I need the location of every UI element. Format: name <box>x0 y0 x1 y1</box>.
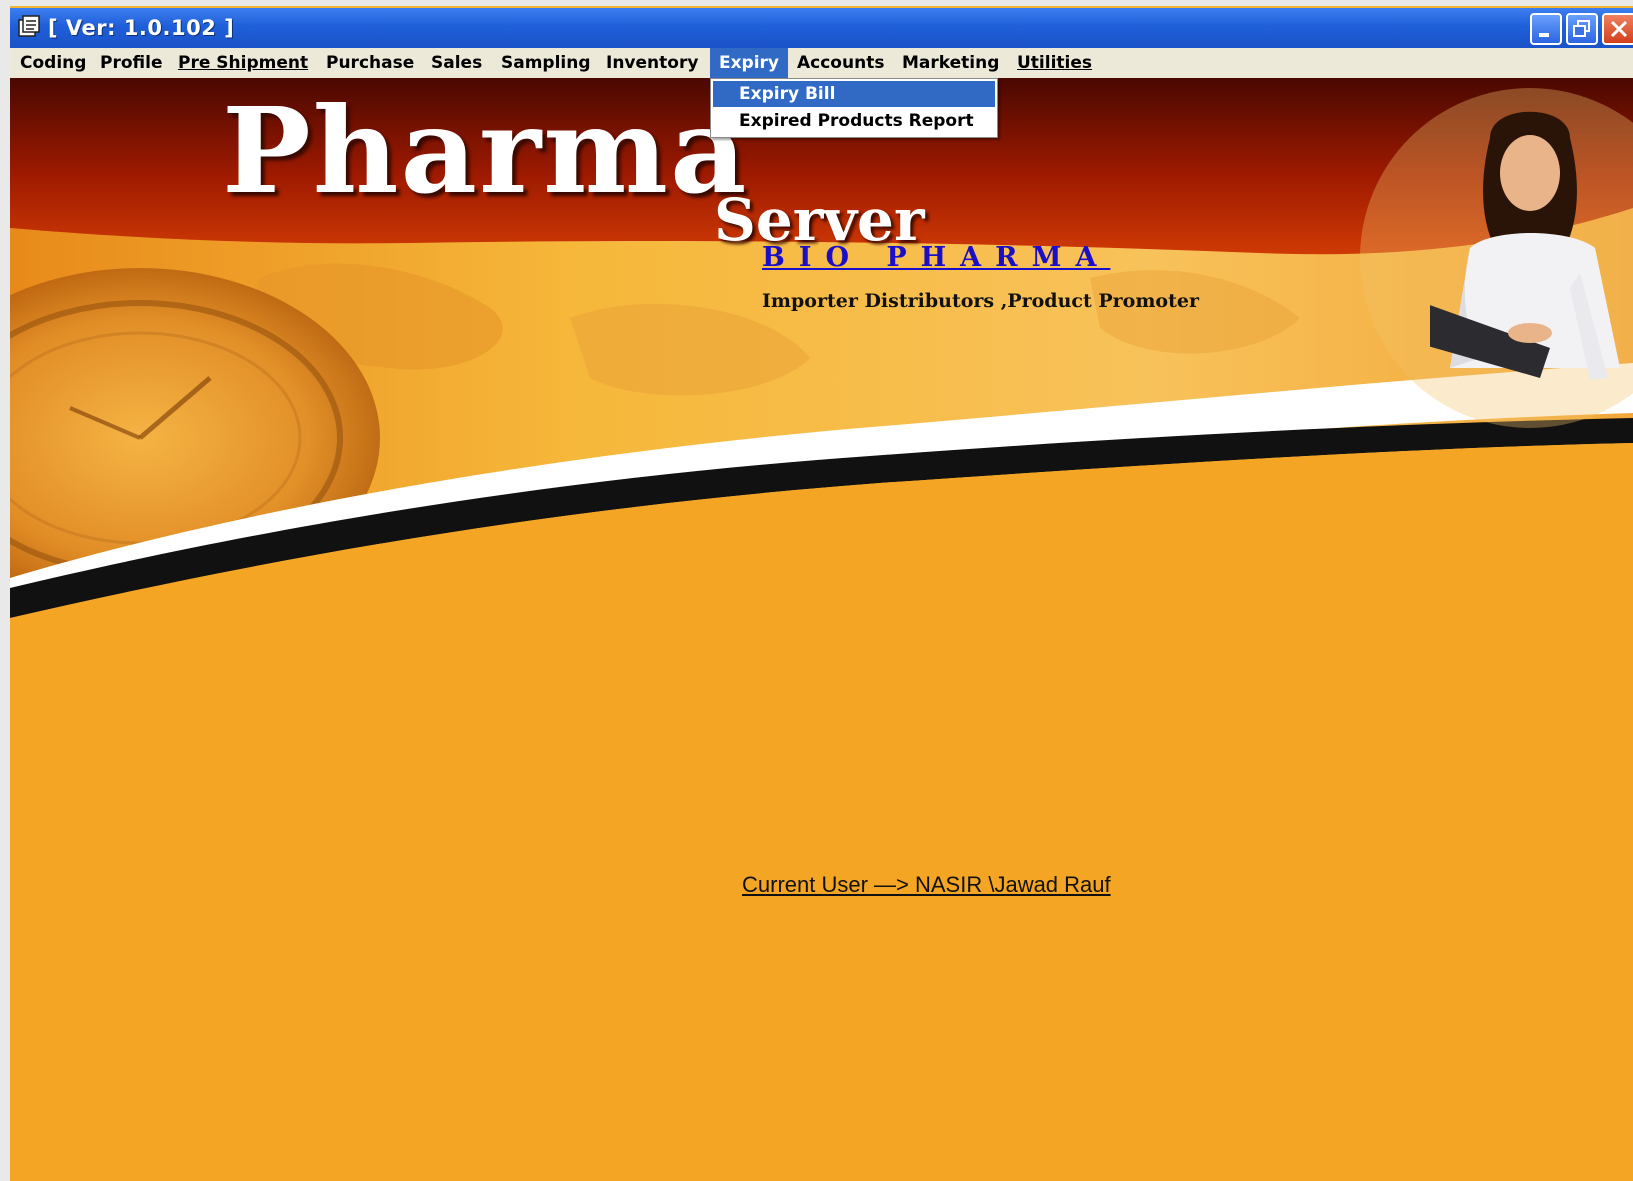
main-window: [ Ver: 1.0.102 ] Coding Profile Pre Ship… <box>10 6 1633 1181</box>
menu-sales[interactable]: Sales <box>431 48 482 78</box>
menu-sampling[interactable]: Sampling <box>501 48 591 78</box>
title-bar[interactable]: [ Ver: 1.0.102 ] <box>10 6 1633 48</box>
menu-coding[interactable]: Coding <box>20 48 86 78</box>
menu-purchase[interactable]: Purchase <box>326 48 414 78</box>
menu-item-expiry-bill[interactable]: Expiry Bill <box>713 81 995 107</box>
restore-icon <box>1573 20 1590 37</box>
minimize-button[interactable] <box>1530 13 1562 45</box>
logo-pharma: Pharma <box>222 81 749 220</box>
minimize-icon <box>1539 33 1549 37</box>
menu-item-expired-products-report[interactable]: Expired Products Report <box>713 108 995 134</box>
close-button[interactable] <box>1602 13 1633 45</box>
current-user-label: Current User —> NASIR \Jawad Rauf <box>742 872 1111 897</box>
app-document-icon[interactable] <box>16 14 42 40</box>
close-icon <box>1610 20 1628 38</box>
person-with-laptop-image <box>1430 111 1620 380</box>
splash-banner: Pharma Server BIO PHARMA Importer Distri… <box>10 78 1633 638</box>
menu-pre-shipment[interactable]: Pre Shipment <box>178 48 308 78</box>
menu-accounts[interactable]: Accounts <box>797 48 884 78</box>
menu-profile[interactable]: Profile <box>100 48 162 78</box>
expiry-dropdown-menu: Expiry Bill Expired Products Report <box>710 78 998 138</box>
company-name: BIO PHARMA <box>762 242 1111 273</box>
window-title: [ Ver: 1.0.102 ] <box>48 16 235 40</box>
menu-bar: Coding Profile Pre Shipment Purchase Sal… <box>10 48 1633 78</box>
restore-button[interactable] <box>1566 13 1598 45</box>
menu-expiry[interactable]: Expiry <box>710 48 788 78</box>
menu-marketing[interactable]: Marketing <box>902 48 999 78</box>
screen: [ Ver: 1.0.102 ] Coding Profile Pre Ship… <box>0 0 1633 1181</box>
company-tagline: Importer Distributors ,Product Promoter <box>762 290 1199 312</box>
menu-utilities[interactable]: Utilities <box>1017 48 1092 78</box>
menu-inventory[interactable]: Inventory <box>606 48 698 78</box>
